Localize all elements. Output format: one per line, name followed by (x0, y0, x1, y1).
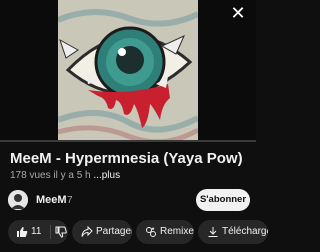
subscriber-count: 7 (67, 195, 73, 206)
share-button[interactable]: Partager (72, 220, 132, 244)
avatar[interactable] (8, 190, 28, 210)
more-link[interactable]: ...plus (93, 170, 120, 181)
video-title: MeeM - Hypermnesia (Yaya Pow) (10, 150, 243, 167)
like-count: 11 (31, 226, 42, 237)
thumbs-down-icon[interactable] (55, 226, 67, 238)
upload-age: il y a 5 h (53, 170, 91, 181)
download-button[interactable]: Télécharger (198, 220, 268, 244)
channel-name[interactable]: MeeM (36, 194, 67, 206)
download-icon (208, 227, 218, 237)
divider (50, 225, 51, 239)
remix-label: Remixer (160, 226, 194, 237)
close-icon[interactable]: ✕ (226, 2, 250, 26)
subscribe-button[interactable]: S'abonner (196, 189, 250, 211)
like-dislike-pill: 11 (8, 220, 68, 244)
share-label: Partager (96, 226, 132, 237)
remix-icon (146, 227, 156, 237)
channel-row: MeeM 7 S'abonner (0, 188, 256, 212)
avatar-image (8, 190, 28, 210)
progress-bar[interactable] (0, 140, 256, 142)
video-artwork (58, 0, 198, 142)
view-count: 178 vues (10, 170, 51, 181)
video-player[interactable]: ✕ (0, 0, 256, 142)
thumbs-up-icon[interactable] (16, 226, 28, 238)
download-label: Télécharger (222, 226, 268, 237)
action-bar: 11 Partager Remixer Télécharger (0, 220, 268, 246)
video-meta[interactable]: 178 vues il y a 5 h ...plus (10, 170, 120, 181)
share-icon (81, 226, 93, 237)
remix-button[interactable]: Remixer (136, 220, 194, 244)
